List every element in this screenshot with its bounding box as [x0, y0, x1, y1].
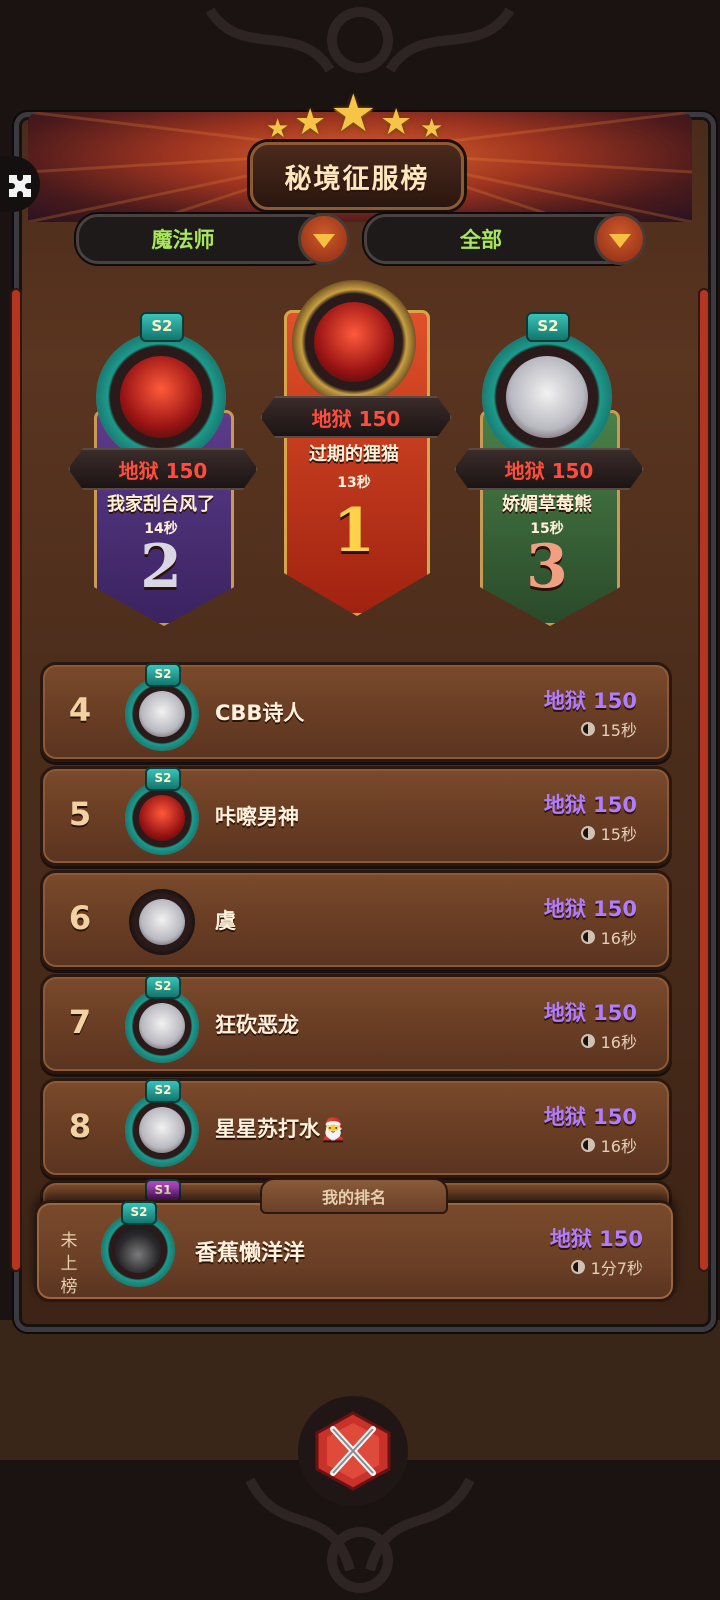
class-filter-dropdown-button[interactable] — [298, 213, 350, 265]
clock-icon — [580, 1034, 595, 1048]
time-value: 15秒 — [600, 721, 637, 740]
player-name: 香蕉懒洋洋 — [195, 1241, 306, 1266]
scope-filter-label: 全部 — [460, 228, 502, 252]
clear-time: 16秒 — [580, 1133, 637, 1157]
difficulty-label: 地狱 150 — [68, 448, 258, 490]
difficulty-label: 地狱 150 — [543, 1105, 637, 1129]
leaderboard-row[interactable]: 5 S2 咔嚓男神 地狱 150 15秒 — [40, 766, 672, 866]
left-rail — [12, 290, 20, 1270]
unranked-status: 未上榜 — [60, 1231, 78, 1297]
avatar-image — [139, 1003, 185, 1049]
avatar: S2 — [125, 975, 199, 1063]
avatar: S2 — [101, 1201, 175, 1287]
avatar: S2 — [125, 663, 199, 751]
rank-number: 4 — [68, 691, 92, 729]
my-rank-row[interactable]: S2 香蕉懒洋洋 地狱 150 1分7秒 — [34, 1200, 676, 1302]
star-icon: ★ — [330, 84, 377, 144]
clock-icon — [580, 826, 595, 840]
rank-number: 1 — [333, 496, 375, 566]
star-icon: ★ — [380, 102, 413, 143]
puzzle-icon — [9, 175, 31, 197]
rank-number: 8 — [68, 1107, 92, 1145]
star-icon: ★ — [266, 114, 290, 144]
rank-number: 7 — [68, 1003, 92, 1041]
clock-icon — [580, 930, 595, 944]
difficulty-label: 地狱 150 — [549, 1227, 643, 1251]
avatar-image — [139, 1107, 185, 1153]
right-rail — [700, 290, 708, 1270]
clock-icon — [580, 722, 595, 736]
difficulty-label: 地狱 150 — [543, 689, 637, 713]
rank-number: 5 — [68, 795, 92, 833]
player-name: 娇媚草莓熊 — [502, 494, 592, 515]
dropdown-arrow-icon — [313, 234, 335, 248]
rank-number: 6 — [68, 899, 92, 937]
clear-time: 16秒 — [580, 1029, 637, 1053]
rank-number: 3 — [526, 532, 568, 602]
avatar-image — [139, 899, 185, 945]
avatar — [125, 885, 199, 959]
player-name: 星星苏打水🎅 — [215, 1117, 347, 1141]
season-badge: S2 — [145, 663, 181, 687]
difficulty-label: 地狱 150 — [543, 897, 637, 921]
season-badge: S2 — [140, 312, 184, 342]
clear-time: 16秒 — [580, 925, 637, 949]
clock-icon — [570, 1260, 585, 1274]
difficulty-label: 地狱 150 — [543, 793, 637, 817]
star-icon: ★ — [420, 114, 444, 144]
avatar: S2 — [125, 767, 199, 855]
clear-time: 15秒 — [580, 821, 637, 845]
clear-time: 1分7秒 — [570, 1255, 643, 1279]
time-value: 16秒 — [600, 929, 637, 948]
player-name: 我家刮台风了 — [107, 494, 215, 515]
page-title: 秘境征服榜 — [250, 142, 464, 210]
leaderboard-row[interactable]: 8 S2 星星苏打水🎅 地狱 150 16秒 — [40, 1078, 672, 1178]
star-icon: ★ — [294, 102, 327, 143]
time-value: 15秒 — [600, 825, 637, 844]
time-value: 16秒 — [600, 1033, 637, 1052]
avatar — [506, 356, 588, 438]
class-filter[interactable]: 魔法师 — [76, 214, 330, 264]
podium-second[interactable]: S2 地狱 150 我家刮台风了 14秒 2 — [68, 310, 258, 626]
season-badge: S2 — [145, 975, 181, 999]
close-button[interactable] — [298, 1396, 408, 1506]
podium-first[interactable]: 地狱 150 过期的狸猫 13秒 1 — [260, 270, 452, 620]
avatar — [120, 356, 202, 438]
leaderboard-row[interactable]: 4 S2 CBB诗人 地狱 150 15秒 — [40, 662, 672, 762]
clear-time: 13秒 — [337, 475, 371, 491]
rank-number: 2 — [140, 532, 182, 602]
scope-filter-dropdown-button[interactable] — [594, 213, 646, 265]
player-name: 过期的狸猫 — [309, 444, 399, 465]
class-filter-label: 魔法师 — [151, 228, 215, 252]
season-badge: S2 — [526, 312, 570, 342]
season-badge: S2 — [145, 1079, 181, 1103]
avatar-image — [139, 691, 185, 737]
avatar — [314, 302, 394, 382]
difficulty-label: 地狱 150 — [543, 1001, 637, 1025]
podium-third[interactable]: S2 地狱 150 娇媚草莓熊 15秒 3 — [454, 310, 644, 626]
clock-icon — [580, 1138, 595, 1152]
leaderboard-row[interactable]: 7 S2 狂砍恶龙 地狱 150 16秒 — [40, 974, 672, 1074]
season-badge: S2 — [121, 1201, 157, 1225]
dropdown-arrow-icon — [609, 234, 631, 248]
leaderboard-row[interactable]: 6 虞 地狱 150 16秒 — [40, 870, 672, 970]
player-name: 咔嚓男神 — [215, 805, 299, 829]
season-badge: S2 — [145, 767, 181, 791]
avatar-image — [115, 1227, 161, 1273]
clear-time: 15秒 — [580, 717, 637, 741]
time-value: 16秒 — [600, 1137, 637, 1156]
close-crossed-swords-icon — [315, 1411, 391, 1491]
avatar: S2 — [125, 1079, 199, 1167]
time-value: 1分7秒 — [590, 1259, 643, 1278]
difficulty-label: 地狱 150 — [260, 396, 452, 438]
difficulty-label: 地狱 150 — [454, 448, 644, 490]
my-rank-tab: 我的排名 — [260, 1178, 448, 1214]
avatar-image — [139, 795, 185, 841]
player-name: 虞 — [215, 909, 236, 933]
player-name: CBB诗人 — [215, 701, 305, 725]
player-name: 狂砍恶龙 — [215, 1013, 299, 1037]
